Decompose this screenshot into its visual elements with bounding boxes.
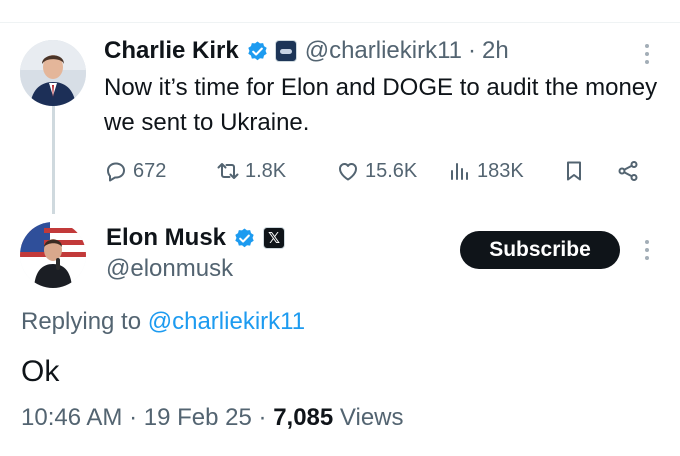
author-handle[interactable]: @charliekirk11 bbox=[305, 37, 462, 65]
parent-author-row: Charlie Kirk @charliekirk11 · 2h bbox=[104, 35, 509, 67]
replying-to-link[interactable]: @charliekirk11 bbox=[148, 308, 305, 335]
like-icon bbox=[339, 163, 357, 181]
replying-prefix: Replying to bbox=[21, 308, 142, 335]
more-icon[interactable] bbox=[644, 240, 650, 260]
tweet-time[interactable]: 2h bbox=[482, 37, 509, 65]
reply-author-row: Elon Musk 𝕏 bbox=[106, 222, 286, 254]
tweet-actions: 672 1.8K 15.6K 183K bbox=[104, 154, 664, 188]
repost-count: 1.8K bbox=[245, 159, 287, 182]
verified-badge-icon bbox=[235, 227, 254, 247]
top-divider bbox=[0, 22, 680, 23]
x-logo-icon[interactable]: 𝕏 bbox=[263, 227, 286, 249]
tweet-date[interactable]: 19 Feb 25 bbox=[144, 404, 252, 431]
subscribe-button[interactable]: Subscribe bbox=[460, 231, 620, 269]
reply-button[interactable]: 672 bbox=[104, 154, 166, 188]
views-count: 7,085 bbox=[273, 404, 334, 431]
tweet-time[interactable]: 10:46 AM bbox=[21, 404, 122, 431]
reply-icon bbox=[107, 162, 125, 182]
views-button[interactable]: 183K bbox=[448, 154, 524, 188]
bookmark-icon bbox=[567, 161, 581, 181]
repost-button[interactable]: 1.8K bbox=[216, 154, 286, 188]
tweet-meta: 10:46 AM · 19 Feb 25 · 7,085 Views bbox=[21, 404, 404, 432]
views-label: Views bbox=[339, 404, 404, 431]
views-icon bbox=[451, 163, 468, 180]
author-name[interactable]: Charlie Kirk bbox=[104, 37, 239, 65]
author-handle[interactable]: @elonmusk bbox=[106, 255, 233, 283]
reply-text: Ok bbox=[21, 355, 60, 388]
reply-count: 672 bbox=[133, 159, 167, 182]
repost-icon bbox=[217, 163, 239, 179]
verified-badge-icon bbox=[248, 40, 267, 60]
avatar-elon-musk[interactable] bbox=[20, 222, 86, 288]
tweet-text: Now it’s time for Elon and DOGE to audit… bbox=[104, 74, 658, 136]
share-button[interactable] bbox=[616, 154, 640, 188]
more-icon[interactable] bbox=[644, 44, 650, 64]
author-name[interactable]: Elon Musk bbox=[106, 224, 226, 252]
like-count: 15.6K bbox=[365, 159, 418, 182]
views-count: 183K bbox=[477, 159, 524, 182]
like-button[interactable]: 15.6K bbox=[336, 154, 417, 188]
thread-connector-line bbox=[52, 104, 55, 214]
separator: · bbox=[468, 37, 477, 64]
avatar-charlie-kirk[interactable] bbox=[20, 40, 86, 106]
separator: · bbox=[129, 404, 138, 431]
replying-to-line: Replying to @charliekirk11 bbox=[21, 308, 305, 336]
bookmark-button[interactable] bbox=[562, 154, 586, 188]
separator: · bbox=[258, 404, 267, 431]
affiliate-badge-icon[interactable] bbox=[274, 40, 297, 62]
share-icon bbox=[618, 161, 638, 181]
